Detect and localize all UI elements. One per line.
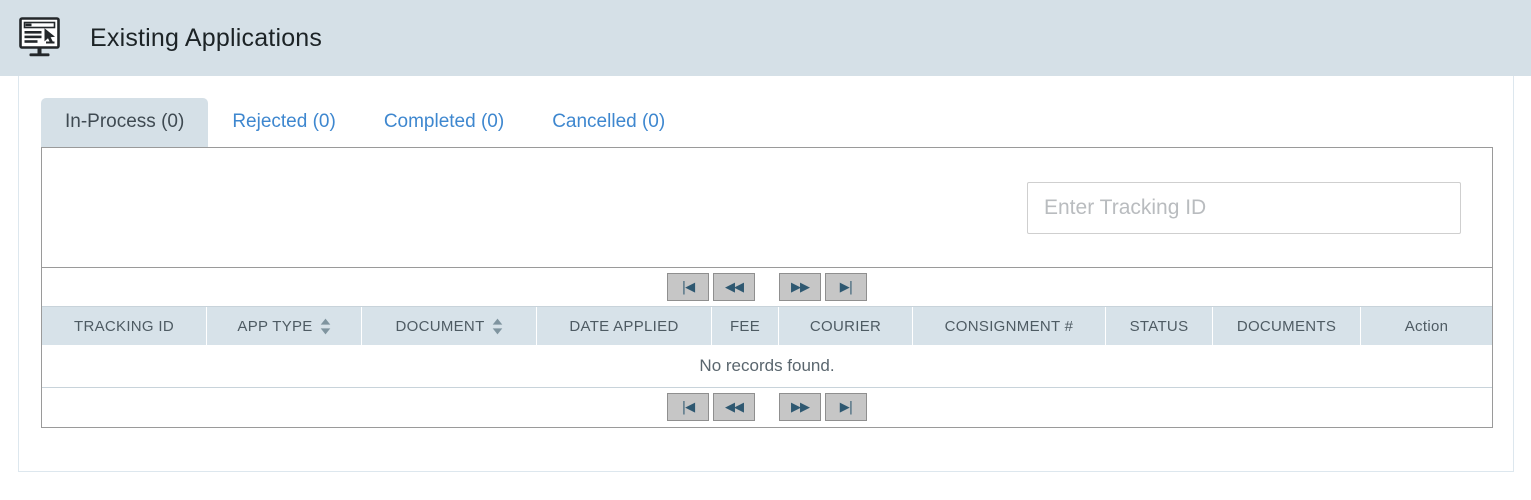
table-empty-row: No records found. (42, 345, 1492, 387)
column-header-tracking-id: TRACKING ID (42, 307, 207, 345)
column-header-app-type[interactable]: APP TYPE (207, 307, 362, 345)
column-header-document[interactable]: DOCUMENT (362, 307, 537, 345)
next-page-button-bottom[interactable]: ▶▶ (779, 393, 821, 421)
column-header-consignment: CONSIGNMENT # (913, 307, 1106, 345)
tab-bar: In-Process (0) Rejected (0) Completed (0… (41, 95, 689, 147)
previous-page-button-bottom[interactable]: ◀◀ (713, 393, 755, 421)
tab-rejected-label: Rejected (0) (232, 111, 336, 133)
next-page-button-top[interactable]: ▶▶ (779, 273, 821, 301)
column-header-action: Action (1361, 307, 1492, 345)
pagination-top: |◀ ◀◀ ▶▶ ▶| (42, 268, 1492, 307)
column-header-fee-label: FEE (729, 317, 761, 335)
column-header-fee: FEE (712, 307, 779, 345)
no-records-message: No records found. (699, 356, 835, 375)
table-filter-area (42, 148, 1492, 268)
next-page-icon: ▶▶ (791, 279, 810, 295)
column-header-courier-label: COURIER (809, 317, 882, 335)
column-header-tracking-id-label: TRACKING ID (74, 317, 174, 335)
table-header-row: TRACKING ID APP TYPE DOCUMENT DATE APPLI… (42, 307, 1492, 345)
column-header-status: STATUS (1106, 307, 1213, 345)
tab-in-process[interactable]: In-Process (0) (41, 98, 209, 147)
first-page-button-bottom[interactable]: |◀ (667, 393, 709, 421)
column-header-documents: DOCUMENTS (1213, 307, 1361, 345)
first-page-icon: |◀ (681, 399, 695, 415)
column-header-action-label: Action (1404, 317, 1449, 335)
pagination-gap (757, 287, 777, 288)
first-page-button-top[interactable]: |◀ (667, 273, 709, 301)
column-header-app-type-label: APP TYPE (237, 317, 313, 335)
page-title: Existing Applications (90, 23, 323, 52)
column-header-consignment-label: CONSIGNMENT # (944, 317, 1074, 335)
previous-page-icon: ◀◀ (725, 279, 744, 295)
tab-cancelled-label: Cancelled (0) (552, 111, 666, 133)
tab-in-process-label: In-Process (0) (65, 111, 185, 133)
sort-arrows-icon[interactable] (492, 318, 503, 335)
pagination-gap (757, 407, 777, 408)
tab-completed-label: Completed (0) (383, 111, 505, 133)
previous-page-button-top[interactable]: ◀◀ (713, 273, 755, 301)
page-header: Existing Applications (0, 0, 1531, 76)
last-page-icon: ▶| (839, 279, 853, 295)
monitor-cursor-icon (18, 16, 66, 60)
first-page-icon: |◀ (681, 279, 695, 295)
content-panel: In-Process (0) Rejected (0) Completed (0… (18, 76, 1514, 472)
column-header-courier: COURIER (779, 307, 913, 345)
column-header-date-applied-label: DATE APPLIED (569, 317, 679, 335)
sort-arrows-icon[interactable] (320, 318, 331, 335)
tab-cancelled[interactable]: Cancelled (0) (528, 98, 689, 147)
last-page-button-bottom[interactable]: ▶| (825, 393, 867, 421)
last-page-button-top[interactable]: ▶| (825, 273, 867, 301)
column-header-date-applied: DATE APPLIED (537, 307, 712, 345)
existing-applications-page: Existing Applications In-Process (0) Rej… (0, 0, 1531, 500)
tracking-id-input[interactable] (1027, 182, 1461, 234)
applications-table-panel: |◀ ◀◀ ▶▶ ▶| TRACKING ID (41, 147, 1493, 428)
pagination-bottom: |◀ ◀◀ ▶▶ ▶| (42, 387, 1492, 426)
pagination-controls-bottom: |◀ ◀◀ ▶▶ ▶| (665, 393, 869, 421)
column-header-document-label: DOCUMENT (395, 317, 485, 335)
column-header-documents-label: DOCUMENTS (1236, 317, 1337, 335)
last-page-icon: ▶| (839, 399, 853, 415)
tab-rejected[interactable]: Rejected (0) (208, 98, 360, 147)
pagination-controls-top: |◀ ◀◀ ▶▶ ▶| (665, 273, 869, 301)
column-header-status-label: STATUS (1129, 317, 1189, 335)
next-page-icon: ▶▶ (791, 399, 810, 415)
previous-page-icon: ◀◀ (725, 399, 744, 415)
tab-completed[interactable]: Completed (0) (360, 98, 528, 147)
